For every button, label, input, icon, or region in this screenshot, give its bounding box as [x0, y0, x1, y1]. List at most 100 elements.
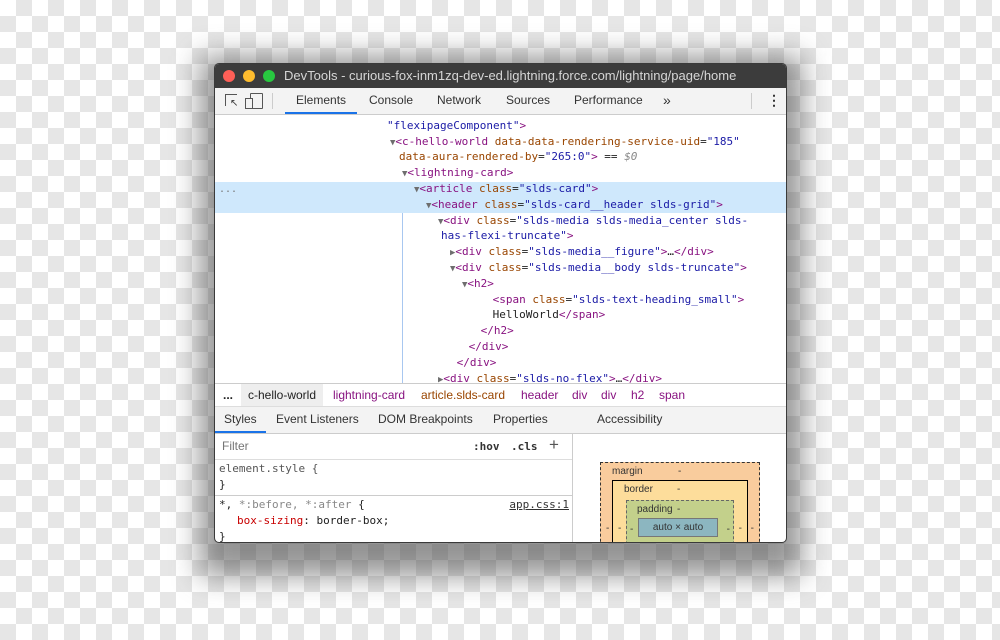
dom-node-line[interactable]: </div>	[457, 355, 497, 371]
dom-token-pun: >	[707, 245, 714, 258]
dom-token-pun: </	[480, 324, 494, 337]
breadcrumb-article[interactable]: article.slds-card	[421, 384, 505, 407]
dom-token-tag: div	[450, 372, 470, 383]
dom-node-line[interactable]: ▶<div class="slds-media__figure">…</div>	[450, 244, 714, 260]
rule-close-brace: }	[219, 478, 226, 491]
dom-token-attr: class	[469, 214, 510, 227]
dom-token-val: "slds-text-heading_small"	[572, 293, 738, 306]
dom-token-val: "slds-media__figure"	[528, 245, 661, 258]
tab-sources[interactable]: Sources	[506, 88, 550, 114]
dom-token-tag: lightning-card	[414, 166, 507, 179]
tab-accessibility[interactable]: Accessibility	[597, 407, 662, 433]
hover-state-toggle[interactable]: :hov	[473, 440, 500, 453]
dom-node-line[interactable]: ▼<div class="slds-media slds-media_cente…	[438, 213, 749, 229]
stylesheet-source-link[interactable]: app.css:1	[509, 498, 569, 511]
dom-node-line[interactable]: </div>	[469, 339, 509, 355]
close-window-button[interactable]	[223, 70, 235, 82]
dom-token-pun: >	[566, 229, 574, 242]
dom-token-pun: >	[655, 372, 663, 383]
breadcrumb-ellipsis[interactable]: ...	[223, 384, 233, 407]
dom-token-tag: div	[462, 261, 482, 274]
class-toggle[interactable]: .cls	[511, 440, 538, 453]
dom-token-attr: class	[477, 198, 518, 211]
element-style-selector[interactable]: element.style {	[219, 462, 318, 475]
dom-token-pun: >	[737, 293, 745, 306]
dom-node-line[interactable]: <span class="slds-text-heading_small">	[493, 292, 745, 308]
breadcrumb-div[interactable]: div	[572, 384, 587, 407]
breadcrumb-header[interactable]: header	[521, 384, 558, 407]
dom-node-line[interactable]: ▶<div class="slds-no-flex">…</div>	[438, 371, 663, 383]
breadcrumb-lightning-card[interactable]: lightning-card	[333, 384, 405, 407]
sidebar-tabs: Styles Event Listeners DOM Breakpoints P…	[215, 406, 786, 434]
dom-token-pun: </	[674, 245, 688, 258]
dom-node-line[interactable]: data-aura-rendered-by="265:0"> == $0	[399, 149, 637, 165]
dom-token-attr: class	[481, 245, 522, 258]
universal-selector[interactable]: *, *:before, *:after {	[219, 498, 365, 511]
inspect-element-icon[interactable]: ↖	[225, 94, 238, 109]
dom-token-tag: header	[438, 198, 478, 211]
dom-token-tag: div	[687, 245, 708, 258]
dom-token-attr: class	[472, 182, 513, 195]
tab-elements[interactable]: Elements	[285, 88, 358, 114]
tab-network[interactable]: Network	[437, 88, 481, 114]
dom-token-attr: data-data-rendering-service-uid	[488, 135, 701, 148]
breadcrumb: ... c-hello-world lightning-card article…	[215, 383, 786, 407]
breadcrumb-h2[interactable]: h2	[631, 384, 644, 407]
dom-node-line[interactable]: ▼<div class="slds-media__body slds-trunc…	[450, 260, 747, 276]
dom-token-pun: >	[519, 119, 527, 132]
zoom-window-button[interactable]	[263, 70, 275, 82]
dom-token-eq: =	[512, 182, 519, 195]
breadcrumb-div[interactable]: div	[601, 384, 616, 407]
tab-performance[interactable]: Performance	[574, 88, 643, 114]
node-actions-ellipsis[interactable]: ...	[219, 182, 237, 198]
box-model-border[interactable]: border - - - padding - - - auto × auto	[612, 480, 748, 542]
dom-token-pun: >	[609, 372, 616, 383]
box-model-content[interactable]: auto × auto	[638, 518, 718, 537]
dom-token-pun: </	[456, 356, 470, 369]
dom-node-line[interactable]: has-flexi-truncate">	[441, 228, 573, 244]
tab-console[interactable]: Console	[369, 88, 413, 114]
dom-token-pun: >	[716, 198, 723, 211]
dom-token-tag: div	[481, 340, 502, 353]
device-toolbar-icon[interactable]	[245, 93, 263, 109]
tab-properties[interactable]: Properties	[493, 407, 548, 433]
kebab-menu-icon[interactable]: ⋮	[767, 88, 781, 114]
dom-token-val: "slds-media slds-media_center slds-	[516, 214, 749, 227]
dom-token-val: "slds-no-flex"	[516, 372, 610, 383]
dom-node-line[interactable]: ▼<article class="slds-card">	[414, 181, 598, 197]
dom-node-line[interactable]: HelloWorld</span>	[493, 307, 606, 323]
more-tabs-icon[interactable]: »	[663, 88, 671, 114]
dom-token-pun: >	[506, 166, 514, 179]
breadcrumb-span[interactable]: span	[659, 384, 685, 407]
dom-node-line[interactable]: ▼<c-hello-world data-data-rendering-serv…	[390, 134, 740, 150]
css-declaration[interactable]: box-sizing: border-box;	[237, 514, 389, 527]
tab-event-listeners[interactable]: Event Listeners	[276, 407, 359, 433]
new-style-rule-button[interactable]: +	[549, 435, 559, 455]
dom-token-txt: HelloWorld	[492, 308, 559, 321]
dom-node-line[interactable]: ▼<h2>	[462, 276, 494, 292]
dom-token-pun: </	[622, 372, 636, 383]
minimize-window-button[interactable]	[243, 70, 255, 82]
dom-token-tag: h2	[493, 324, 508, 337]
styles-pane: :hov .cls + element.style { } *, *:befor…	[215, 433, 572, 542]
tab-dom-breakpoints[interactable]: DOM Breakpoints	[378, 407, 473, 433]
dom-token-val: "slds-card"	[518, 182, 592, 195]
tab-styles[interactable]: Styles	[215, 407, 266, 433]
dom-token-pun: >	[487, 277, 494, 290]
rule-close-brace: }	[219, 530, 226, 543]
tree-guide-line	[402, 213, 403, 383]
box-model-margin[interactable]: margin - - - border - - - padding - - - …	[600, 462, 760, 542]
dom-token-pun: >	[591, 150, 598, 163]
dom-node-line[interactable]: </h2>	[481, 323, 514, 339]
dom-token-val: "265:0"	[544, 150, 592, 163]
dom-token-tag: span	[499, 293, 526, 306]
dom-node-line[interactable]: ▼<lightning-card>	[402, 165, 514, 181]
box-model-padding[interactable]: padding - - - auto × auto	[626, 500, 734, 542]
dom-token-dim: $0	[624, 150, 638, 163]
dom-node-line[interactable]: "flexipageComponent">	[387, 118, 526, 134]
devtools-toolbar: ↖ Elements Console Network Sources Perfo…	[215, 88, 786, 115]
dom-token-eq: =	[538, 150, 545, 163]
dom-node-line[interactable]: ▼<header class="slds-card__header slds-g…	[426, 197, 723, 213]
breadcrumb-c-hello-world[interactable]: c-hello-world	[241, 384, 324, 407]
styles-filter-input[interactable]	[219, 436, 463, 456]
